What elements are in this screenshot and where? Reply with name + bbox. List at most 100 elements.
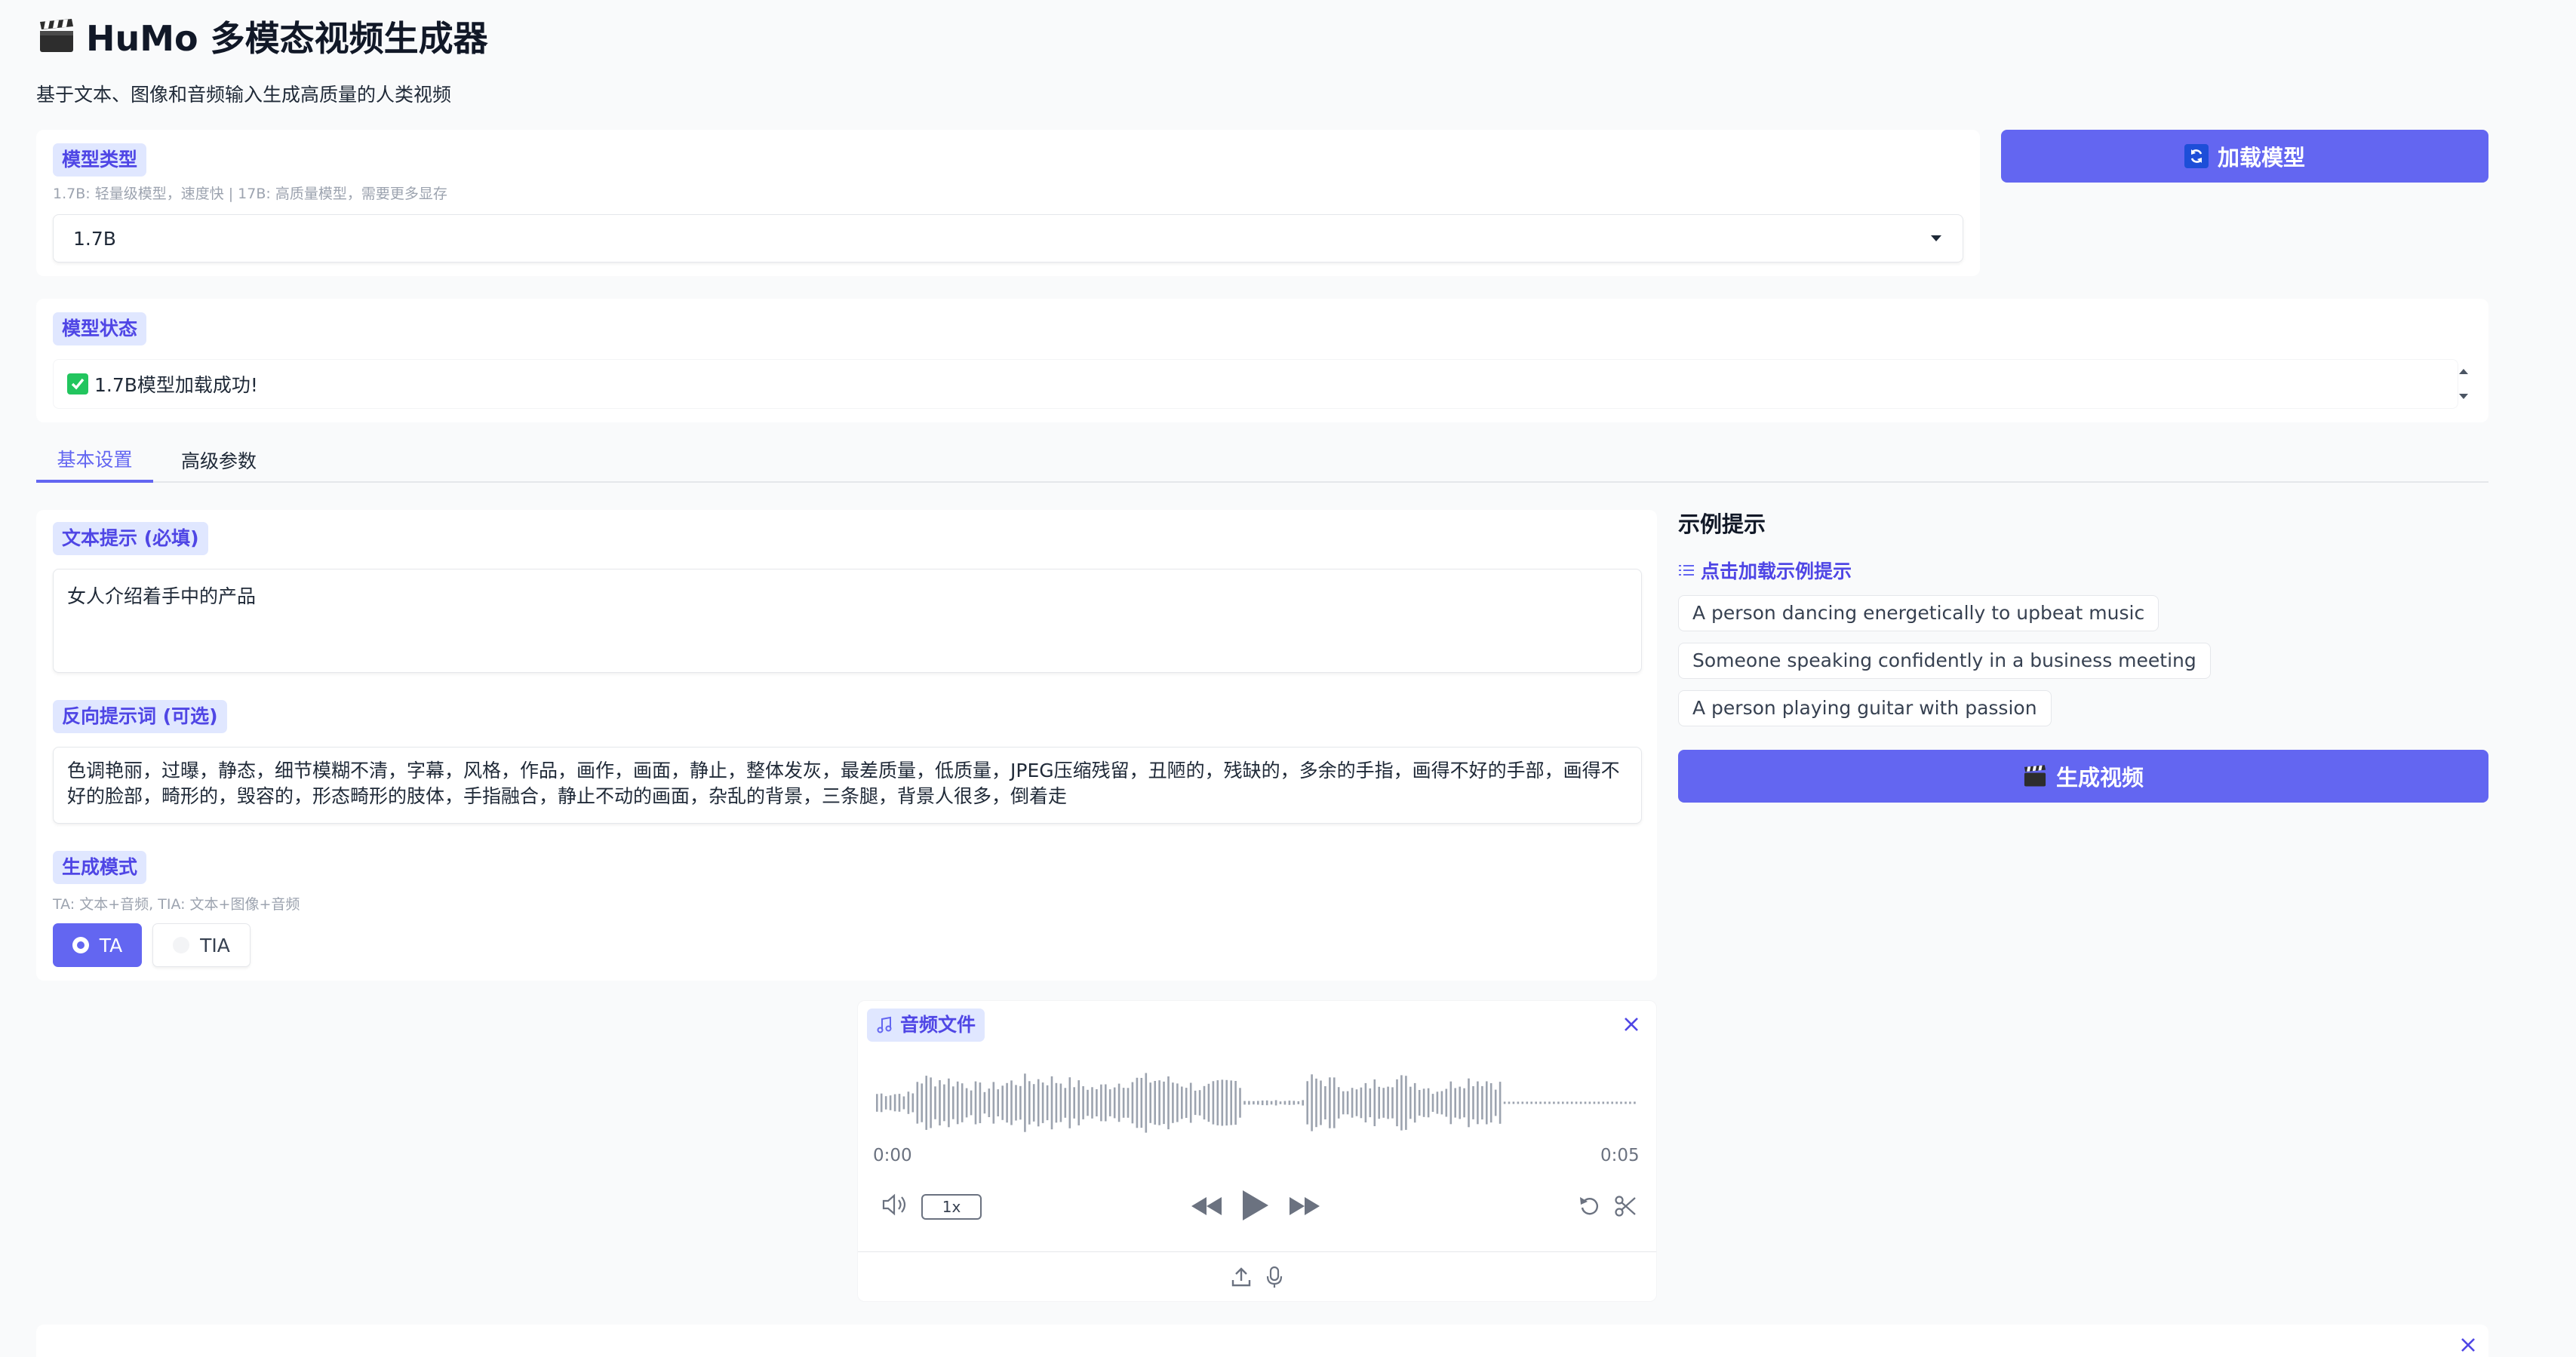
waveform-bar bbox=[1463, 1088, 1465, 1118]
waveform-bar bbox=[1010, 1080, 1013, 1125]
tab-basic-settings-label: 基本设置 bbox=[57, 449, 133, 471]
negative-prompt-input[interactable]: 色调艳丽，过曝，静态，细节模糊不清，字幕，风格，作品，画作，画面，静止，整体发灰… bbox=[53, 747, 1642, 824]
radio-option-tia[interactable]: TIA bbox=[152, 923, 251, 967]
volume-icon[interactable] bbox=[881, 1193, 909, 1217]
close-icon[interactable] bbox=[2458, 1335, 2478, 1355]
waveform-bar bbox=[1355, 1089, 1358, 1116]
waveform-bar bbox=[1257, 1101, 1259, 1105]
negative-prompt-value: 色调艳丽，过曝，静态，细节模糊不清，字幕，风格，作品，画作，画面，静止，整体发灰… bbox=[67, 760, 1620, 807]
waveform-bar bbox=[1077, 1080, 1080, 1125]
waveform-bar bbox=[1606, 1101, 1609, 1104]
audio-time-start: 0:00 bbox=[873, 1146, 912, 1165]
waveform-bar bbox=[1575, 1101, 1578, 1104]
waveform-bar bbox=[1615, 1101, 1618, 1104]
waveform-bar bbox=[948, 1078, 950, 1128]
waveform-bar bbox=[1579, 1101, 1582, 1104]
waveform-bar bbox=[1557, 1101, 1560, 1104]
waveform-bar bbox=[1167, 1076, 1170, 1130]
waveform-bar bbox=[1194, 1090, 1197, 1116]
waveform-bar bbox=[1082, 1086, 1084, 1119]
waveform-bar bbox=[876, 1094, 878, 1112]
waveform-bar bbox=[930, 1077, 932, 1128]
tab-basic-settings[interactable]: 基本设置 bbox=[36, 437, 153, 483]
upload-icon[interactable] bbox=[1231, 1266, 1252, 1288]
waveform-bar bbox=[1122, 1088, 1125, 1118]
radio-option-ta-label: TA bbox=[99, 934, 123, 956]
waveform-bar bbox=[880, 1093, 883, 1113]
text-prompt-input[interactable]: 女人介绍着手中的产品 bbox=[53, 569, 1642, 673]
waveform-bar bbox=[1176, 1083, 1179, 1122]
model-type-dropdown[interactable]: 1.7B bbox=[53, 214, 1963, 262]
audio-waveform[interactable] bbox=[873, 1061, 1641, 1144]
tab-advanced-params[interactable]: 高级参数 bbox=[163, 437, 275, 483]
radio-option-ta[interactable]: TA bbox=[53, 923, 142, 967]
waveform-bar bbox=[1073, 1087, 1075, 1119]
examples-title: 示例提示 bbox=[1678, 511, 1766, 537]
waveform-bar bbox=[1064, 1088, 1067, 1118]
waveform-bar bbox=[1283, 1101, 1286, 1105]
fast-forward-icon[interactable] bbox=[1288, 1194, 1321, 1218]
waveform-bar bbox=[1181, 1086, 1183, 1119]
waveform-bar bbox=[1486, 1081, 1488, 1125]
waveform-bar bbox=[1189, 1082, 1192, 1123]
waveform-bar bbox=[1489, 1083, 1492, 1123]
waveform-bar bbox=[1302, 1100, 1304, 1106]
waveform-bar bbox=[1234, 1081, 1237, 1125]
waveform-bar bbox=[1454, 1088, 1456, 1118]
load-model-button[interactable]: 加载模型 bbox=[2001, 130, 2488, 183]
waveform-bar bbox=[1409, 1086, 1412, 1119]
reset-icon[interactable] bbox=[1578, 1194, 1602, 1218]
play-icon[interactable] bbox=[1240, 1188, 1270, 1223]
microphone-icon[interactable] bbox=[1265, 1266, 1283, 1288]
waveform-bar bbox=[1037, 1079, 1040, 1127]
waveform-bar bbox=[889, 1095, 892, 1110]
waveform-bar bbox=[1127, 1088, 1130, 1118]
waveform-bar bbox=[939, 1080, 941, 1125]
waveform-bar bbox=[1032, 1084, 1035, 1122]
refresh-icon bbox=[2184, 144, 2209, 168]
list-icon bbox=[1679, 565, 1694, 576]
waveform-bar bbox=[1055, 1082, 1058, 1123]
waveform-bar bbox=[1270, 1101, 1273, 1105]
waveform-bar bbox=[1625, 1101, 1627, 1104]
page-title: HuMo 多模态视频生成器 bbox=[38, 14, 488, 59]
playback-speed-button[interactable]: 1x bbox=[921, 1194, 982, 1220]
waveform-bar bbox=[1588, 1101, 1591, 1104]
example-item[interactable]: A person playing guitar with passion bbox=[1678, 690, 2052, 726]
waveform-bar bbox=[1207, 1083, 1210, 1122]
waveform-bar bbox=[1185, 1088, 1188, 1118]
waveform-bar bbox=[1342, 1091, 1345, 1115]
waveform-bar bbox=[1562, 1101, 1564, 1104]
example-item[interactable]: Someone speaking confidently in a busine… bbox=[1678, 643, 2211, 679]
example-item[interactable]: A person dancing energetically to upbeat… bbox=[1678, 595, 2159, 631]
generate-video-button[interactable]: 生成视频 bbox=[1678, 750, 2488, 803]
waveform-bar bbox=[1288, 1101, 1291, 1105]
scissors-icon[interactable] bbox=[1614, 1194, 1638, 1218]
waveform-bar bbox=[1001, 1085, 1004, 1120]
waveform-bar bbox=[956, 1081, 959, 1125]
examples-dataset-header: 点击加载示例提示 bbox=[1678, 557, 1852, 584]
audio-time-end: 0:05 bbox=[1600, 1146, 1640, 1165]
waveform-bar bbox=[1597, 1101, 1600, 1104]
waveform-bar bbox=[1553, 1101, 1555, 1104]
radio-unchecked-icon bbox=[173, 937, 190, 953]
output-panel bbox=[36, 1325, 2488, 1357]
waveform-bar bbox=[1140, 1078, 1143, 1128]
scroll-arrows-icon[interactable] bbox=[2457, 365, 2470, 403]
waveform-bar bbox=[1400, 1075, 1403, 1131]
load-model-button-label: 加载模型 bbox=[2217, 145, 2305, 170]
waveform-bar bbox=[1163, 1081, 1165, 1125]
waveform-bar bbox=[952, 1086, 954, 1119]
waveform-bar bbox=[1440, 1091, 1443, 1115]
waveform-bar bbox=[1117, 1083, 1120, 1122]
model-status-label: 模型状态 bbox=[53, 312, 147, 345]
rewind-icon[interactable] bbox=[1190, 1194, 1223, 1218]
waveform-bar bbox=[1279, 1101, 1282, 1104]
waveform-bar bbox=[1028, 1081, 1031, 1125]
waveform-bar bbox=[1006, 1082, 1008, 1123]
waveform-bar bbox=[1602, 1101, 1605, 1104]
waveform-bar bbox=[1265, 1100, 1268, 1106]
close-icon[interactable] bbox=[1622, 1015, 1641, 1034]
model-status-textbox[interactable]: 1.7B模型加载成功! bbox=[53, 359, 2458, 409]
waveform-bar bbox=[1230, 1080, 1232, 1125]
